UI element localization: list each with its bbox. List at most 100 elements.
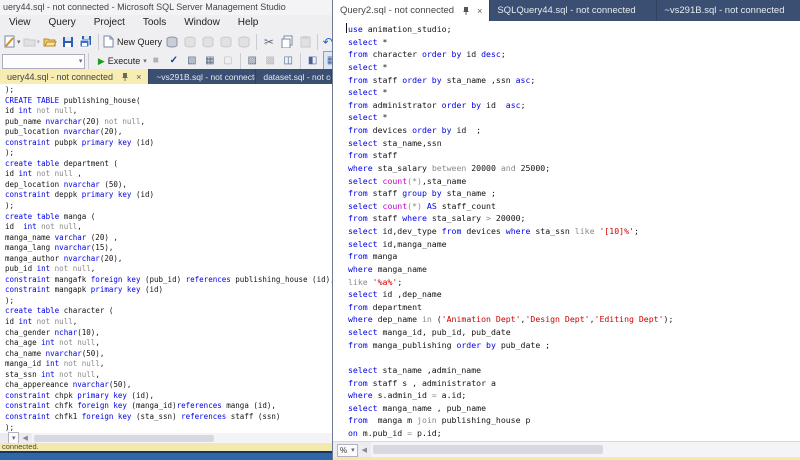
new-item-button[interactable]: ▾ (4, 33, 21, 51)
code-line: from staff s , administrator a (348, 377, 800, 390)
pin-icon[interactable] (462, 6, 470, 15)
code-line: id int not null, (5, 106, 332, 117)
toolbar-separator (98, 34, 99, 50)
code-line: from staff where sta_salary > 20000; (348, 212, 800, 225)
database-icon (220, 36, 233, 48)
results-to-grid-button[interactable]: ▦ (323, 51, 332, 71)
mdx-query-button[interactable] (182, 33, 198, 51)
left-code-editor[interactable]: );CREATE TABLE publishing_house(id int n… (0, 84, 332, 434)
code-line: where dep_name in ('Animation Dept','Des… (348, 313, 800, 326)
open-folder-icon (43, 36, 57, 47)
scroll-left-icon[interactable]: ◀ (362, 446, 367, 454)
add-item-button[interactable]: ▾ (23, 33, 41, 51)
zoom-level-select[interactable]: % ▾ (337, 444, 358, 457)
cancel-query-button[interactable]: ■ (148, 52, 164, 70)
available-databases-combobox[interactable]: ▾ (2, 54, 85, 69)
scroll-left-icon[interactable]: ◀ (23, 434, 28, 442)
include-client-statistics-button[interactable]: ◫ (280, 52, 296, 70)
dmx-query-button[interactable] (200, 33, 216, 51)
parse-button[interactable]: ✓ (166, 52, 182, 70)
menu-item-query[interactable]: Query (40, 17, 85, 28)
code-line: constraint pubpk primary key (id) (5, 138, 332, 149)
save-button[interactable] (60, 33, 76, 51)
right-code-editor[interactable]: use animation_studio;select *from charac… (333, 21, 800, 443)
scroll-thumb[interactable] (373, 445, 603, 454)
options-grid-icon: ▦ (205, 56, 214, 66)
code-line: cha_gender nchar(10), (5, 328, 332, 339)
left-hscroll-bar[interactable]: ▾ ◀ (0, 433, 332, 443)
tab-sqlquery44[interactable]: uery44.sql - not connected × (0, 69, 149, 84)
plan2-icon: ▩ (265, 56, 274, 66)
code-line: cha_age int not null, (5, 338, 332, 349)
bottom-blue-bar (0, 453, 332, 460)
code-line: select manga_id, pub_id, pub_date (348, 326, 800, 339)
undo-icon: ↶ (323, 36, 332, 48)
code-line: id int not null, (5, 317, 332, 328)
save-all-button[interactable] (78, 33, 94, 51)
menu-item-window[interactable]: Window (175, 17, 229, 28)
menu-item-tools[interactable]: Tools (134, 17, 175, 28)
scroll-track[interactable] (32, 433, 332, 443)
code-line: select * (348, 111, 800, 124)
menu-item-view[interactable]: View (0, 17, 40, 28)
toolbar-separator (256, 34, 257, 50)
database-icon (238, 36, 251, 48)
chevron-down-icon: ▾ (17, 38, 21, 46)
plan-icon: ▧ (187, 56, 196, 66)
pin-icon[interactable] (121, 72, 129, 81)
undo-button[interactable]: ↶▾ (322, 33, 332, 51)
code-line: select * (348, 86, 800, 99)
menu-item-help[interactable]: Help (229, 17, 268, 28)
left-ssms-window: uery44.sql - not connected - Microsoft S… (0, 0, 332, 460)
paste-button[interactable] (297, 33, 313, 51)
right-hscroll-bar[interactable]: % ▾ ◀ (333, 441, 800, 458)
tab-vs291b-right[interactable]: ~vs291B.sql - not connected (657, 0, 800, 21)
close-icon[interactable]: × (136, 72, 141, 82)
close-icon[interactable]: × (477, 6, 482, 16)
text-caret (346, 23, 347, 33)
database-icon (184, 36, 197, 48)
execute-label: Execute (108, 56, 141, 66)
code-line: constraint chfk1 foreign key (sta_ssn) r… (5, 412, 332, 423)
code-line: select sta_name ,admin_name (348, 364, 800, 377)
tab-dataset[interactable]: dataset.sql - not connected (256, 69, 332, 84)
display-estimated-plan-button[interactable]: ▧ (184, 52, 200, 70)
open-file-button[interactable] (42, 33, 58, 51)
sqlcmd-query-button[interactable] (236, 33, 252, 51)
tab-vs291b[interactable]: ~vs291B.sql - not connected (149, 69, 256, 84)
code-line: where sta_salary between 20000 and 25000… (348, 162, 800, 175)
code-line: on m.pub_id = p.id; (348, 427, 800, 440)
code-line: select count(*) AS staff_count (348, 200, 800, 213)
include-actual-plan-button[interactable]: ▩ (262, 52, 278, 70)
left-document-tabs: uery44.sql - not connected × ~vs291B.sql… (0, 69, 332, 84)
code-line: select * (348, 61, 800, 74)
tab-label: Query2.sql - not connected (340, 5, 454, 16)
cut-button[interactable]: ✂ (261, 33, 277, 51)
tab-sqlquery2[interactable]: Query2.sql - not connected × (333, 0, 490, 21)
new-query-button[interactable]: New Query (103, 33, 162, 51)
copy-button[interactable] (279, 33, 295, 51)
chevron-down-icon: ▾ (12, 434, 16, 442)
results-to-text-button[interactable]: ◧ (305, 52, 321, 70)
copy-icon (281, 35, 293, 48)
code-line (348, 351, 800, 364)
code-line: pub_name nvarchar(20) not null, (5, 117, 332, 128)
code-line: create table character ( (5, 306, 332, 317)
query-options-button[interactable]: ▦ (202, 52, 218, 70)
execute-button[interactable]: ▶ Execute ▾ (98, 56, 147, 67)
code-line: from character order by id desc; (348, 48, 800, 61)
menu-item-project[interactable]: Project (85, 17, 134, 28)
specify-template-values-button[interactable]: ▨ (244, 52, 260, 70)
chevron-down-icon: ▾ (351, 446, 355, 454)
intellisense-button[interactable]: ▢ (220, 52, 236, 70)
database-engine-query-button[interactable] (164, 33, 180, 51)
scissors-icon: ✂ (264, 36, 274, 48)
check-icon: ✓ (170, 56, 178, 66)
code-line: CREATE TABLE publishing_house( (5, 96, 332, 107)
tab-sqlquery44-right[interactable]: SQLQuery44.sql - not connected (490, 0, 657, 21)
xmla-query-button[interactable] (218, 33, 234, 51)
scroll-track[interactable] (371, 442, 800, 458)
standard-toolbar: ▾ ▾ New Query (0, 30, 332, 53)
scroll-thumb[interactable] (34, 435, 214, 442)
code-line: dep_location nvarchar (50), (5, 180, 332, 191)
